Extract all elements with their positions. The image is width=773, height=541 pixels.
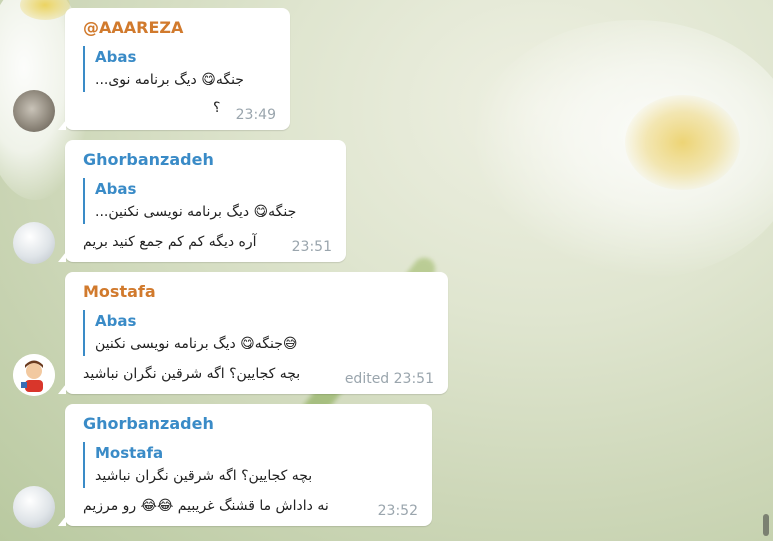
message-bubble[interactable]: Ghorbanzadeh Abas جنگه😋 دیگ برنامه نویسی… [58,140,346,262]
cartoon-avatar-icon [13,354,55,396]
sender-name[interactable]: Ghorbanzadeh [83,150,214,169]
avatar[interactable] [13,486,55,528]
avatar[interactable] [13,222,55,264]
sender-name[interactable]: Mostafa [83,282,156,301]
reply-quote[interactable]: Mostafa بچه کجایین؟ اگه شرقین نگران نباش… [83,442,312,488]
sender-name[interactable]: Ghorbanzadeh [83,414,214,433]
scrollbar[interactable] [763,8,769,536]
message-time: 23:49 [235,107,276,123]
avatar[interactable] [13,90,55,132]
reply-sender-name: Abas [95,180,137,198]
message-time: 23:51 [291,239,332,255]
message-text: بچه کجایین؟ اگه شرقین نگران نباشید [83,366,301,382]
reply-text: 😅جنگه😋 دیگ برنامه نویسی نکنین [95,336,298,352]
reply-sender-name: Abas [95,48,137,66]
message-bubble[interactable]: Ghorbanzadeh Mostafa بچه کجایین؟ اگه شرق… [58,404,432,526]
message-text: ؟ [213,100,221,116]
reply-text: بچه کجایین؟ اگه شرقین نگران نباشید [95,468,313,484]
reply-text: جنگه😋 دیگ برنامه نویسی نکنین... [95,204,297,220]
background-flower-center [625,95,740,190]
message-bubble[interactable]: @AAAREZA Abas جنگه😋 دیگ برنامه نوی... ؟ … [58,8,290,130]
reply-quote[interactable]: Abas جنگه😋 دیگ برنامه نویسی نکنین... [83,178,296,224]
message-text: آره دیگه کم کم جمع کنید بریم [83,234,257,250]
reply-sender-name: Abas [95,312,137,330]
reply-text: جنگه😋 دیگ برنامه نوی... [95,72,244,88]
sender-name[interactable]: @AAAREZA [83,18,183,37]
reply-quote[interactable]: Abas جنگه😋 دیگ برنامه نوی... [83,46,244,92]
message-time: edited 23:51 [344,371,434,387]
message-bubble[interactable]: Mostafa Abas 😅جنگه😋 دیگ برنامه نویسی نکن… [58,272,448,394]
scrollbar-thumb[interactable] [763,514,769,536]
message-time: 23:52 [377,503,418,519]
avatar[interactable] [13,354,55,396]
reply-quote[interactable]: Abas 😅جنگه😋 دیگ برنامه نویسی نکنین [83,310,297,356]
message-text: نه داداش ما قشنگ غریبیم 😂😂 رو مرزیم [83,498,329,514]
reply-sender-name: Mostafa [95,444,164,462]
